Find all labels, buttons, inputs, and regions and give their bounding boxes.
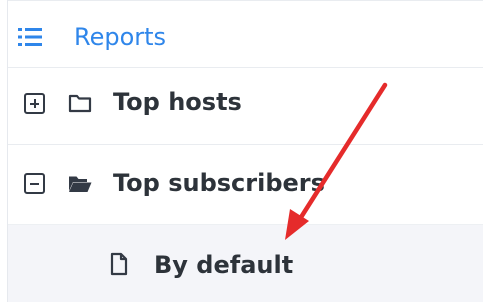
tree-item-label[interactable]: Top hosts [113, 86, 242, 118]
document-icon [110, 252, 128, 276]
tree-item-label[interactable]: By default [154, 249, 293, 281]
folder-open-icon [69, 176, 92, 192]
folder-closed-icon [68, 94, 92, 113]
reports-title[interactable]: Reports [74, 21, 166, 53]
tree-item-label[interactable]: Top subscribers [113, 167, 325, 199]
list-icon [18, 28, 42, 46]
collapse-minus-icon[interactable] [24, 173, 45, 194]
reports-tree-panel: Reports Top hosts Top subscribers By def… [0, 0, 483, 302]
expand-plus-icon[interactable] [24, 93, 45, 114]
